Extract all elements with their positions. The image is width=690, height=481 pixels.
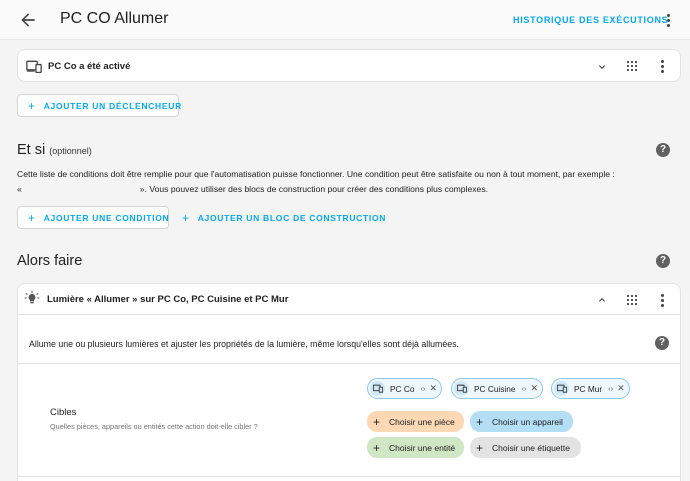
choose-device-button[interactable]: + Choisir un appareil [470, 411, 573, 432]
chevron-up-icon[interactable] [596, 294, 608, 306]
help-icon[interactable]: ? [655, 336, 669, 350]
page-title: PC CO Allumer [60, 10, 169, 27]
devices-icon [370, 381, 385, 396]
close-icon[interactable]: ✕ [429, 383, 437, 394]
dots-vertical-icon[interactable] [660, 60, 664, 74]
plus-icon: + [28, 210, 36, 225]
target-chip-label: PC Co [390, 383, 415, 394]
choose-label-label: Choisir une étiquette [492, 442, 570, 453]
expand-chip-icon[interactable]: ‹› [420, 384, 425, 393]
target-chip[interactable]: PC Mur ‹› ✕ [551, 378, 630, 399]
expand-chip-icon[interactable]: ‹› [522, 384, 527, 393]
quote-open: « [17, 184, 22, 194]
plus-icon: + [476, 414, 484, 429]
divider [18, 476, 680, 477]
action-description: Allume une ou plusieurs lumières et ajus… [29, 339, 460, 349]
run-history-button[interactable]: HISTORIQUE DES EXÉCUTIONS [513, 15, 668, 25]
devices-icon [454, 381, 469, 396]
plus-icon: + [182, 210, 190, 225]
conditions-title: Et si (optionnel) [17, 142, 92, 158]
conditions-description-line2-text: ». Vous pouvez utiliser des blocs de con… [139, 184, 489, 194]
target-chip-label: PC Cuisine [474, 383, 516, 394]
conditions-optional: (optionnel) [49, 146, 92, 156]
choose-room-label: Choisir une pièce [389, 416, 455, 427]
conditions-description-line2: « ». Vous pouvez utiliser des blocs de co… [17, 182, 687, 197]
dots-vertical-icon[interactable] [666, 14, 670, 28]
close-icon[interactable]: ✕ [617, 383, 625, 394]
arrow-left-icon[interactable] [18, 10, 38, 30]
choose-entity-label: Choisir une entité [389, 442, 456, 453]
targets-label: Cibles [50, 407, 77, 418]
add-trigger-label: AJOUTER UN DÉCLENCHEUR [43, 100, 182, 111]
add-condition-button[interactable]: + AJOUTER UNE CONDITION [17, 206, 169, 229]
devices-icon [26, 60, 42, 73]
conditions-title-text: Et si [17, 142, 46, 158]
close-icon[interactable]: ✕ [531, 383, 539, 394]
help-icon[interactable]: ? [656, 143, 670, 157]
conditions-description: Cette liste de conditions doit être remp… [17, 167, 687, 197]
devices-icon [554, 381, 569, 396]
plus-icon: + [373, 440, 381, 455]
choose-entity-button[interactable]: + Choisir une entité [367, 437, 464, 458]
plus-icon: + [373, 414, 381, 429]
action-label: Lumière « Allumer » sur PC Co, PC Cuisin… [47, 294, 289, 305]
add-building-block-label: AJOUTER UN BLOC DE CONSTRUCTION [197, 212, 387, 223]
trigger-card[interactable]: PC Co a été activé [17, 49, 681, 82]
conditions-description-line1: Cette liste de conditions doit être remp… [17, 169, 615, 179]
choose-label-button[interactable]: + Choisir une étiquette [470, 437, 581, 458]
add-condition-label: AJOUTER UNE CONDITION [43, 212, 170, 223]
add-trigger-button[interactable]: + AJOUTER UN DÉCLENCHEUR [17, 94, 182, 117]
drag-handle-icon[interactable] [627, 295, 637, 305]
add-building-block-button[interactable]: + AJOUTER UN BLOC DE CONSTRUCTION [178, 206, 390, 229]
trigger-label: PC Co a été activé [48, 61, 131, 72]
divider [18, 363, 680, 364]
plus-icon: + [28, 98, 36, 113]
targets-description: Quelles pièces, appareils ou entités cet… [50, 422, 258, 431]
plus-icon: + [476, 440, 484, 455]
target-chip-label: PC Mur [574, 383, 603, 394]
actions-title: Alors faire [17, 253, 83, 269]
target-chip[interactable]: PC Cuisine ‹› ✕ [451, 378, 544, 399]
chevron-down-icon[interactable] [596, 61, 608, 73]
expand-chip-icon[interactable]: ‹› [608, 384, 613, 393]
dots-vertical-icon[interactable] [660, 294, 664, 308]
drag-handle-icon[interactable] [627, 61, 637, 71]
choose-room-button[interactable]: + Choisir une pièce [367, 411, 464, 432]
target-chip[interactable]: PC Co ‹› ✕ [367, 378, 442, 399]
help-icon[interactable]: ? [656, 254, 670, 268]
lightbulb-icon [24, 290, 40, 304]
divider [18, 314, 680, 315]
choose-device-label: Choisir un appareil [492, 416, 563, 427]
top-app-bar: PC CO Allumer HISTORIQUE DES EXÉCUTIONS [0, 0, 690, 40]
action-card: Lumière « Allumer » sur PC Co, PC Cuisin… [17, 283, 681, 481]
